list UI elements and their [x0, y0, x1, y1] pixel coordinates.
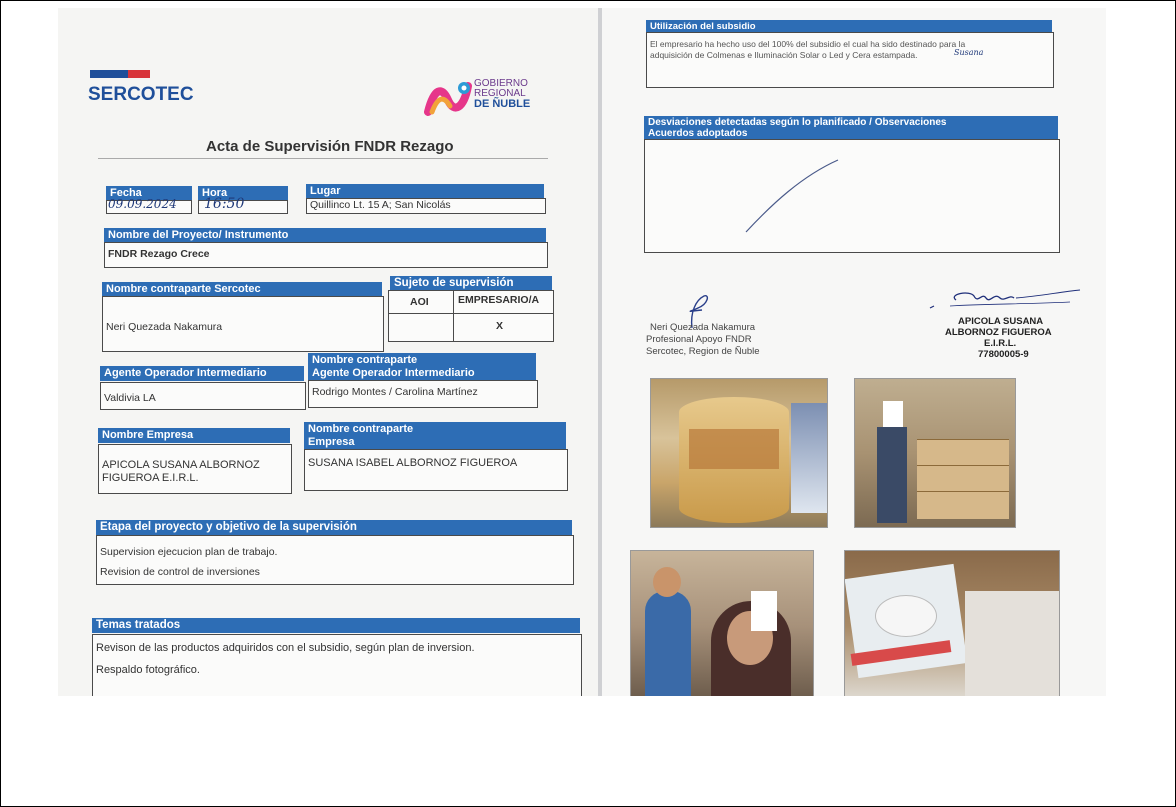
signature-2-icon — [929, 289, 1081, 309]
scanned-document: SERCOTEC GOBIERNO REGIONAL DE ÑUBLE Acta… — [58, 8, 1106, 696]
strike-through-line-icon — [745, 159, 839, 233]
contraparte-sercotec-value: Neri Quezada Nakamura — [106, 321, 223, 333]
sujeto-col-aoi: AOI — [410, 296, 429, 308]
contraparte-sercotec-header: Nombre contraparte Sercotec — [102, 282, 382, 297]
sercotec-logo-bar-blue — [90, 70, 128, 78]
right-page: Utilización del subsidio El empresario h… — [602, 8, 1106, 696]
etapa-line-2: Revision de control de inversiones — [100, 566, 260, 578]
contraparte-empresa-header-2: Empresa — [304, 435, 566, 450]
utilizacion-initials: Susana — [954, 48, 984, 57]
hora-value: 16:50 — [204, 196, 245, 212]
contraparte-agente-header-2: Agente Operador Intermediario — [308, 366, 536, 381]
temas-header: Temas tratados — [92, 618, 580, 633]
contraparte-empresa-value: SUSANA ISABEL ALBORNOZ FIGUEROA — [308, 457, 518, 469]
proyecto-value: FNDR Rezago Crece — [108, 248, 210, 260]
sujeto-header: Sujeto de supervisión — [390, 276, 552, 291]
empresa-header: Nombre Empresa — [98, 428, 290, 443]
temas-line-1: Revison de las productos adquiridos con … — [96, 642, 475, 654]
proyecto-header: Nombre del Proyecto/ Instrumento — [104, 228, 546, 243]
etapa-line-1: Supervision ejecucion plan de trabajo. — [100, 546, 278, 558]
document-title: Acta de Supervisión FNDR Rezago — [206, 138, 454, 155]
utilizacion-line-1: El empresario ha hecho uso del 100% del … — [650, 39, 966, 49]
sujeto-col-empresario: EMPRESARIO/A — [458, 294, 540, 306]
empresa-value-2: FIGUEROA E.I.R.L. — [102, 472, 199, 484]
lugar-header: Lugar — [306, 184, 544, 199]
utilizacion-line-2: adquisición de Colmenas e Iluminación So… — [650, 50, 918, 60]
desviaciones-field — [644, 139, 1060, 253]
firma2-line-4: 77800005-9 — [978, 349, 1029, 360]
temas-line-2: Respaldo fotográfico. — [96, 664, 200, 676]
sercotec-logo-bar-red — [128, 70, 150, 78]
gobierno-line-3: DE ÑUBLE — [474, 98, 531, 110]
agente-value: Valdivia LA — [104, 392, 156, 404]
etapa-header: Etapa del proyecto y objetivo de la supe… — [96, 520, 572, 535]
firma1-line-2: Profesional Apoyo FNDR — [646, 334, 752, 345]
fecha-value: 09.09.2024 — [108, 197, 177, 211]
firma2-line-1: APICOLA SUSANA — [958, 316, 1044, 327]
photo-cera-bucket — [650, 378, 828, 528]
left-page: SERCOTEC GOBIERNO REGIONAL DE ÑUBLE Acta… — [58, 8, 598, 696]
lugar-value: Quillinco Lt. 15 A; San Nicolás — [310, 199, 451, 211]
photo-iluminacion-box — [844, 550, 1060, 696]
contraparte-agente-value: Rodrigo Montes / Carolina Martínez — [312, 386, 478, 398]
photo-persons — [630, 550, 814, 696]
firma1-line-3: Sercotec, Region de Ñuble — [646, 346, 760, 357]
photo-colmenas — [854, 378, 1016, 528]
firma2-line-2: ALBORNOZ FIGUEROA — [945, 327, 1052, 338]
sujeto-mark: X — [496, 320, 504, 332]
empresa-value-1: APICOLA SUSANA ALBORNOZ — [102, 459, 260, 471]
firma1-line-1: Neri Quezada Nakamura — [650, 322, 756, 333]
agente-header: Agente Operador Intermediario — [100, 366, 304, 381]
title-divider — [98, 158, 548, 159]
gobierno-regional-logo-icon — [424, 82, 472, 116]
sercotec-logo-text: SERCOTEC — [88, 84, 194, 105]
contraparte-empresa-field — [304, 449, 568, 491]
firma2-line-3: E.I.R.L. — [984, 338, 1017, 349]
